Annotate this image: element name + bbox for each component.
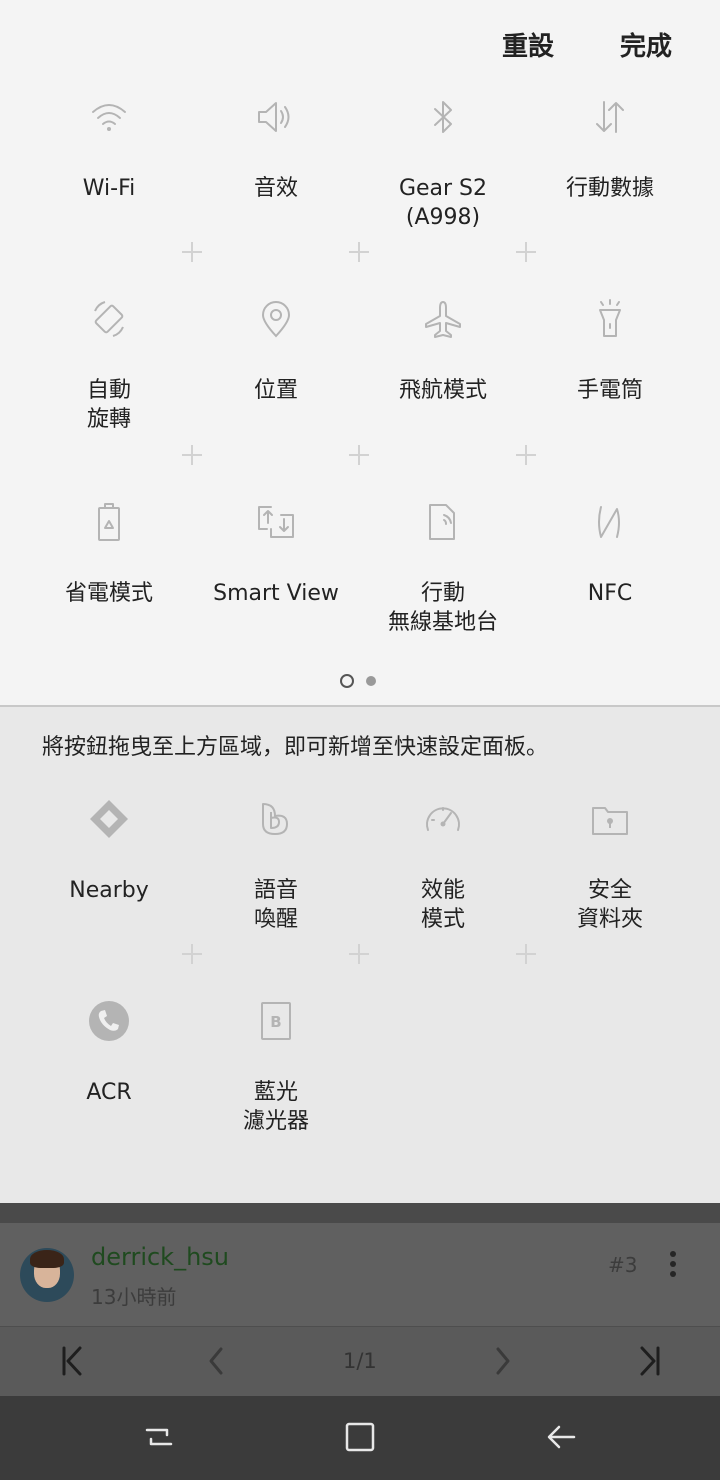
- tile-label: Smart View: [213, 581, 339, 606]
- airplane-icon: [425, 301, 461, 338]
- plus-marker: [182, 242, 202, 262]
- tile-smart-view[interactable]: Smart View: [192, 499, 360, 608]
- tile-label: 藍光 濾光器: [242, 1080, 309, 1134]
- tile-nearby[interactable]: Nearby: [25, 796, 193, 905]
- tile-bluetooth[interactable]: Gear S2 (A998): [359, 94, 527, 232]
- auto-rotate-icon: [94, 301, 124, 337]
- previous-page-icon[interactable]: [204, 1345, 228, 1377]
- tile-voice-wakeup[interactable]: 語音 喚醒: [192, 796, 360, 934]
- avatar-hair: [30, 1250, 64, 1268]
- plus-marker: [349, 242, 369, 262]
- performance-icon: [426, 807, 460, 831]
- page-number: 1/1: [343, 1349, 377, 1373]
- page-indicator: [340, 674, 376, 688]
- tile-blue-light-filter[interactable]: B 藍光 濾光器: [192, 998, 360, 1136]
- active-tiles-panel: 重設 完成 Wi-Fi 音效 Gear S2 (A998) 行動數據 自動 旋轉…: [0, 0, 720, 705]
- blue-light-filter-icon: B: [261, 1002, 291, 1040]
- secure-folder-icon: [592, 807, 628, 835]
- recents-icon[interactable]: [142, 1420, 176, 1454]
- plus-marker: [182, 445, 202, 465]
- nearby-icon: [90, 800, 128, 838]
- done-button[interactable]: 完成: [620, 26, 672, 63]
- tile-label: 效能 模式: [420, 878, 465, 932]
- plus-marker: [516, 445, 536, 465]
- avatar[interactable]: [20, 1248, 74, 1302]
- page-dot[interactable]: [366, 676, 376, 686]
- tile-nfc[interactable]: NFC: [526, 499, 694, 608]
- first-page-icon[interactable]: [60, 1345, 86, 1377]
- plus-marker: [349, 445, 369, 465]
- page-dot-current[interactable]: [340, 674, 354, 688]
- next-page-icon[interactable]: [491, 1345, 515, 1377]
- plus-marker: [516, 242, 536, 262]
- tile-wifi[interactable]: Wi-Fi: [25, 94, 193, 203]
- background-strip: [0, 1203, 720, 1223]
- post-username[interactable]: derrick_hsu: [91, 1243, 229, 1271]
- reset-button[interactable]: 重設: [502, 26, 554, 63]
- tile-label: 飛航模式: [398, 378, 487, 403]
- tile-secure-folder[interactable]: 安全 資料夾: [526, 796, 694, 934]
- tile-performance[interactable]: 效能 模式: [359, 796, 527, 934]
- drag-hint: 將按鈕拖曳至上方區域，即可新增至快速設定面板。: [42, 735, 549, 760]
- nfc-icon: [598, 506, 620, 538]
- tile-airplane[interactable]: 飛航模式: [359, 296, 527, 405]
- tile-auto-rotate[interactable]: 自動 旋轉: [25, 296, 193, 434]
- smart-view-icon: [258, 506, 294, 538]
- location-icon: [261, 301, 291, 338]
- available-tiles-panel: 將按鈕拖曳至上方區域，即可新增至快速設定面板。 Nearby 語音 喚醒 效能 …: [0, 707, 720, 1203]
- more-options-icon[interactable]: [668, 1251, 678, 1281]
- acr-icon: [89, 1001, 129, 1041]
- tile-power-saving[interactable]: 省電模式: [25, 499, 193, 608]
- mobile-data-icon: [596, 101, 624, 133]
- tile-label: 手電筒: [576, 378, 643, 403]
- tile-hotspot[interactable]: 行動 無線基地台: [359, 499, 527, 637]
- plus-marker: [349, 944, 369, 964]
- tile-label: 行動 無線基地台: [387, 581, 498, 635]
- tile-flashlight[interactable]: 手電筒: [526, 296, 694, 405]
- tile-label: 安全 資料夾: [576, 878, 643, 932]
- tile-location[interactable]: 位置: [192, 296, 360, 405]
- sound-icon: [258, 102, 290, 132]
- tile-label: Wi-Fi: [82, 176, 136, 201]
- last-page-icon[interactable]: [636, 1345, 662, 1377]
- hotspot-icon: [429, 504, 455, 540]
- tile-sound[interactable]: 音效: [192, 94, 360, 203]
- header-actions: 重設 完成: [502, 26, 672, 63]
- post-time: 13小時前: [91, 1285, 177, 1309]
- tile-label: ACR: [86, 1080, 132, 1105]
- post-row: derrick_hsu 13小時前 #3: [0, 1223, 720, 1326]
- tile-label: 行動數據: [565, 176, 654, 201]
- tile-label: Nearby: [69, 878, 149, 903]
- plus-marker: [516, 944, 536, 964]
- flashlight-icon: [599, 299, 621, 337]
- tile-label: 音效: [253, 176, 298, 201]
- back-icon[interactable]: [544, 1420, 578, 1454]
- tile-label: 位置: [253, 378, 298, 403]
- power-saving-icon: [98, 503, 120, 541]
- svg-text:B: B: [270, 1013, 281, 1031]
- pager: 1/1: [0, 1326, 720, 1396]
- home-icon[interactable]: [343, 1420, 377, 1454]
- navigation-bar: [0, 1396, 720, 1480]
- bluetooth-icon: [434, 101, 452, 133]
- plus-marker: [182, 944, 202, 964]
- tile-label: 省電模式: [64, 581, 153, 606]
- tile-acr[interactable]: ACR: [25, 998, 193, 1107]
- tile-label: 自動 旋轉: [86, 378, 131, 432]
- wifi-icon: [92, 104, 126, 131]
- background-app: derrick_hsu 13小時前 #3 1/1: [0, 1203, 720, 1396]
- voice-wakeup-icon: [262, 803, 288, 835]
- tile-label: Gear S2 (A998): [398, 176, 488, 230]
- post-number: #3: [608, 1253, 638, 1277]
- tile-label: NFC: [587, 581, 633, 606]
- tile-mobile-data[interactable]: 行動數據: [526, 94, 694, 203]
- tile-label: 語音 喚醒: [253, 878, 298, 932]
